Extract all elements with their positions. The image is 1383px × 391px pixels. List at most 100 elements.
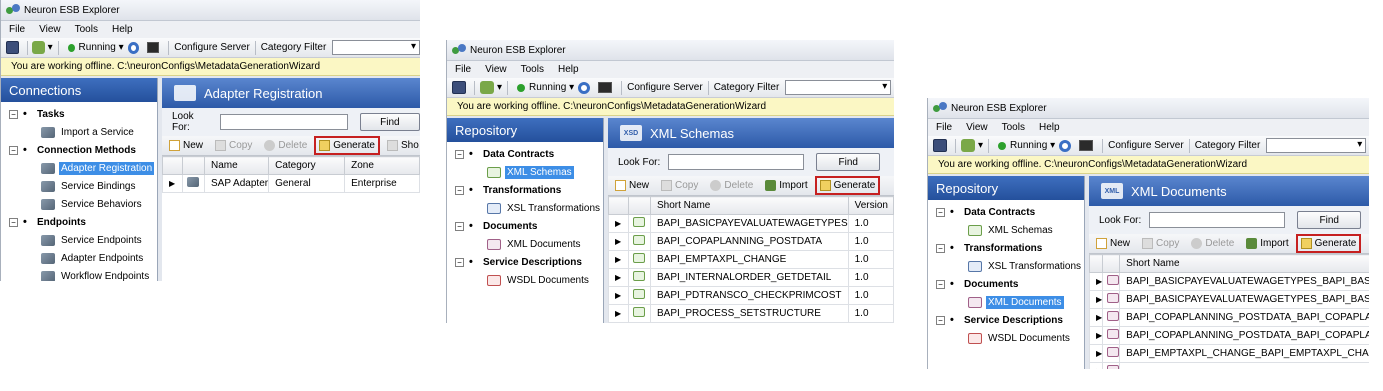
network-dropdown-arrow[interactable]: ▾	[497, 82, 502, 93]
settings-icon[interactable]	[578, 81, 591, 94]
settings-icon[interactable]	[1059, 139, 1072, 152]
menu-tools[interactable]: Tools	[1002, 122, 1025, 133]
table-row[interactable]: ▶ BAPI_INTERNALORDER_GETDETAIL 1.0	[608, 268, 894, 287]
collapse-icon[interactable]: −	[936, 243, 945, 253]
menu-help[interactable]: Help	[112, 24, 133, 35]
table-row[interactable]: ▶ BAPI_BASICPAYEVALUATEWAGETYPES_BAPI_BAS…	[1088, 272, 1369, 291]
find-button[interactable]: Find	[1297, 211, 1362, 229]
search-input[interactable]	[1149, 212, 1286, 228]
menu-file[interactable]: File	[455, 64, 471, 75]
new-button[interactable]: New	[167, 139, 205, 152]
import-button[interactable]: Import	[1244, 237, 1290, 250]
save-icon[interactable]	[452, 81, 466, 94]
tree-group-tasks[interactable]: − • Tasks	[1, 105, 157, 123]
tree-group-service-descriptions[interactable]: − • Service Descriptions	[447, 253, 603, 271]
tree-group-transformations[interactable]: − • Transformations	[447, 181, 603, 199]
tree-group-service-descriptions[interactable]: − • Service Descriptions	[928, 311, 1084, 329]
network-icon[interactable]	[32, 41, 45, 54]
settings-icon[interactable]	[127, 41, 139, 54]
collapse-icon[interactable]: −	[455, 149, 464, 159]
tree-item-service-endpoints[interactable]: Service Endpoints	[1, 231, 157, 249]
collapse-icon[interactable]: −	[455, 221, 464, 231]
tree-item-xml-documents[interactable]: XML Documents	[928, 293, 1084, 311]
menu-file[interactable]: File	[936, 122, 952, 133]
table-row[interactable]: ▶ BAPI_COPAPLANNING_POSTDATA_BAPI_COPAPLA…	[1088, 308, 1369, 327]
column-header-name[interactable]: Name	[203, 156, 270, 175]
menu-help[interactable]: Help	[558, 64, 579, 75]
running-status[interactable]: Running	[529, 82, 566, 93]
table-row[interactable]: ▶	[1088, 362, 1369, 369]
menu-tools[interactable]: Tools	[521, 64, 544, 75]
generate-button[interactable]: Generate	[1295, 234, 1362, 253]
row-expand-icon[interactable]: ▶	[1088, 326, 1104, 345]
tree-group-data-contracts[interactable]: − • Data Contracts	[928, 203, 1084, 221]
copy-button[interactable]: Copy	[1140, 237, 1181, 250]
show-button[interactable]: Sho	[385, 139, 420, 152]
running-dropdown-arrow[interactable]: ▾	[116, 42, 124, 53]
tree-item-xsl-transformations[interactable]: XSL Transformations	[928, 257, 1084, 275]
delete-button[interactable]: Delete	[708, 179, 755, 192]
save-icon[interactable]	[6, 41, 19, 54]
configure-server-button[interactable]: Configure Server	[627, 82, 703, 93]
copy-button[interactable]: Copy	[213, 139, 254, 152]
import-button[interactable]: Import	[763, 179, 809, 192]
tree-item-xml-schemas[interactable]: XML Schemas	[447, 163, 603, 181]
row-expand-icon[interactable]: ▶	[608, 286, 629, 305]
table-row[interactable]: ▶ BAPI_BASICPAYEVALUATEWAGETYPES_BAPI_BAS…	[1088, 290, 1369, 309]
column-header-short-name[interactable]: Short Name	[1119, 254, 1369, 273]
collapse-icon[interactable]: −	[936, 279, 945, 289]
search-input[interactable]	[668, 154, 805, 170]
row-expand-icon[interactable]: ▶	[608, 232, 629, 251]
column-header-category[interactable]: Category	[268, 156, 346, 175]
menu-view[interactable]: View	[39, 24, 61, 35]
category-filter-select[interactable]	[785, 80, 892, 95]
tree-item-import-service[interactable]: Import a Service	[1, 123, 157, 141]
tree-item-adapter-endpoints[interactable]: Adapter Endpoints	[1, 249, 157, 267]
menu-view[interactable]: View	[485, 64, 507, 75]
tree-item-service-bindings[interactable]: Service Bindings	[1, 177, 157, 195]
table-row[interactable]: ▶ BAPI_PDTRANSCO_CHECKPRIMCOST 1.0	[608, 286, 894, 305]
tree-item-workflow-endpoints[interactable]: Workflow Endpoints	[1, 267, 157, 281]
new-button[interactable]: New	[1094, 237, 1132, 250]
console-icon[interactable]	[1079, 140, 1094, 151]
row-expand-icon[interactable]: ▶	[608, 214, 629, 233]
collapse-icon[interactable]: −	[9, 145, 18, 155]
search-input[interactable]	[219, 114, 348, 130]
save-icon[interactable]	[933, 139, 947, 152]
running-status[interactable]: Running	[79, 42, 116, 53]
collapse-icon[interactable]: −	[936, 315, 945, 325]
tree-item-xml-documents[interactable]: XML Documents	[447, 235, 603, 253]
console-icon[interactable]	[598, 82, 613, 93]
delete-button[interactable]: Delete	[262, 139, 309, 152]
table-row[interactable]: ▶ BAPI_EMPTAXPL_CHANGE_BAPI_EMPTAXPL_CHAN…	[1088, 344, 1369, 363]
tree-group-documents[interactable]: − • Documents	[447, 217, 603, 235]
column-header-version[interactable]: Version	[847, 196, 894, 215]
find-button[interactable]: Find	[816, 153, 881, 171]
tree-group-endpoints[interactable]: − • Endpoints	[1, 213, 157, 231]
table-row[interactable]: ▶ BAPI_EMPTAXPL_CHANGE 1.0	[608, 250, 894, 269]
menu-file[interactable]: File	[9, 24, 25, 35]
collapse-icon[interactable]: −	[9, 217, 18, 227]
collapse-icon[interactable]: −	[9, 109, 18, 119]
table-row[interactable]: ▶ BAPI_COPAPLANNING_POSTDATA_BAPI_COPAPLA…	[1088, 326, 1369, 345]
menu-help[interactable]: Help	[1039, 122, 1060, 133]
table-row[interactable]: ▶ BAPI_COPAPLANNING_POSTDATA 1.0	[608, 232, 894, 251]
category-filter-select[interactable]	[332, 40, 420, 55]
tree-group-documents[interactable]: − • Documents	[928, 275, 1084, 293]
row-expand-icon[interactable]: ▶	[1088, 272, 1104, 291]
tree-item-service-behaviors[interactable]: Service Behaviors	[1, 195, 157, 213]
tree-item-wsdl-documents[interactable]: WSDL Documents	[928, 329, 1084, 347]
row-expand-icon[interactable]: ▶	[1088, 308, 1104, 327]
collapse-icon[interactable]: −	[936, 207, 945, 217]
new-button[interactable]: New	[613, 179, 651, 192]
row-expand-icon[interactable]: ▶	[608, 268, 629, 287]
network-dropdown-arrow[interactable]: ▾	[48, 42, 53, 53]
console-icon[interactable]	[146, 42, 160, 53]
generate-button[interactable]: Generate	[314, 136, 380, 155]
network-icon[interactable]	[961, 139, 975, 152]
delete-button[interactable]: Delete	[1189, 237, 1236, 250]
tree-item-adapter-registration[interactable]: Adapter Registration	[1, 159, 157, 177]
menu-view[interactable]: View	[966, 122, 988, 133]
category-filter-select[interactable]	[1266, 138, 1367, 153]
configure-server-button[interactable]: Configure Server	[174, 42, 250, 53]
